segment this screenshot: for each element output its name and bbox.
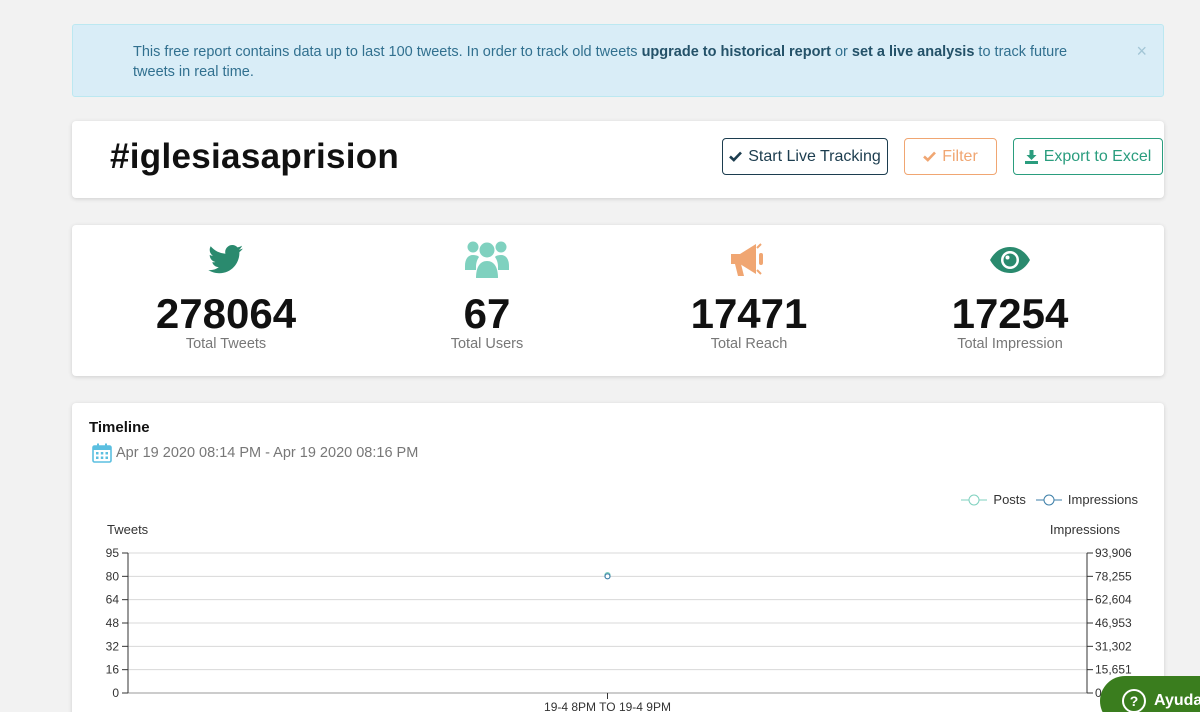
y-axis-title: Tweets xyxy=(107,522,149,537)
check-icon xyxy=(729,151,743,162)
timeline-chart: Tweets Impressions 95 93,906 80 78,255 64 62,60… xyxy=(106,522,1132,712)
x-tick-label: 19-4 8PM TO 19-4 9PM xyxy=(544,700,671,712)
filter-label: Filter xyxy=(942,147,978,165)
filter-button[interactable]: Filter xyxy=(904,138,997,175)
stat-total-impression: 17254 Total Impression xyxy=(880,225,1140,352)
download-icon xyxy=(1024,149,1038,164)
export-excel-button[interactable]: Export to Excel xyxy=(1013,138,1163,175)
report-header: #iglesiasaprision Start Live Tracking Fi… xyxy=(72,121,1164,198)
total-tweets-value: 278064 xyxy=(155,290,297,337)
info-alert: This free report contains data up to las… xyxy=(72,24,1164,97)
total-tweets-label: Total Tweets xyxy=(185,336,267,352)
stat-total-tweets: 278064 Total Tweets xyxy=(96,225,356,352)
total-impression-value: 17254 xyxy=(951,290,1069,337)
export-excel-label: Export to Excel xyxy=(1043,147,1152,165)
y2-tick-label: 15,651 xyxy=(1095,663,1132,677)
twitter-icon xyxy=(208,245,243,274)
help-button[interactable]: ? Ayuda xyxy=(1100,676,1200,712)
page-title: #iglesiasaprision xyxy=(110,137,400,176)
help-label: Ayuda xyxy=(1154,692,1200,709)
users-icon xyxy=(465,241,509,278)
megaphone-icon xyxy=(731,243,763,276)
close-icon[interactable]: × xyxy=(1136,41,1147,61)
total-reach-value: 17471 xyxy=(690,290,808,337)
timeline-panel: Timeline Apr 19 2020 08:14 PM - Apr 19 2… xyxy=(72,403,1164,712)
y-tick-label: 48 xyxy=(106,616,120,630)
total-users-value: 67 xyxy=(463,290,511,337)
total-reach-label: Total Reach xyxy=(710,336,788,352)
y-tick-label: 0 xyxy=(112,686,119,700)
y-tick-label: 95 xyxy=(106,546,120,560)
total-impression-label: Total Impression xyxy=(957,336,1063,352)
alert-text-2: or xyxy=(830,44,852,60)
alert-text-1: This free report contains data up to las… xyxy=(133,44,642,60)
start-live-tracking-label: Start Live Tracking xyxy=(748,147,881,165)
y-tick-label: 80 xyxy=(106,569,120,583)
question-icon: ? xyxy=(1122,689,1146,712)
stat-total-reach: 17471 Total Reach xyxy=(619,225,879,352)
stat-total-users: 67 Total Users xyxy=(357,225,617,352)
start-live-tracking-button[interactable]: Start Live Tracking xyxy=(722,138,888,175)
y2-tick-label: 93,906 xyxy=(1095,546,1132,560)
y-tick-label: 16 xyxy=(106,663,120,677)
stats-panel: 278064 Total Tweets 67 Total Users 17471… xyxy=(72,225,1164,376)
y2-tick-label: 31,302 xyxy=(1095,639,1132,653)
data-point-impressions xyxy=(604,573,611,580)
y-tick-label: 32 xyxy=(106,639,120,653)
y2-tick-label: 62,604 xyxy=(1095,593,1132,607)
y-tick-label: 64 xyxy=(106,593,120,607)
total-users-label: Total Users xyxy=(450,336,524,352)
y2-tick-label: 46,953 xyxy=(1095,616,1132,630)
live-analysis-link[interactable]: set a live analysis xyxy=(852,44,975,60)
y2-tick-label: 78,255 xyxy=(1095,569,1132,583)
check-icon xyxy=(923,151,937,162)
y2-axis-title: Impressions xyxy=(1050,522,1121,537)
upgrade-historical-link[interactable]: upgrade to historical report xyxy=(642,44,831,60)
eye-icon xyxy=(990,247,1030,273)
